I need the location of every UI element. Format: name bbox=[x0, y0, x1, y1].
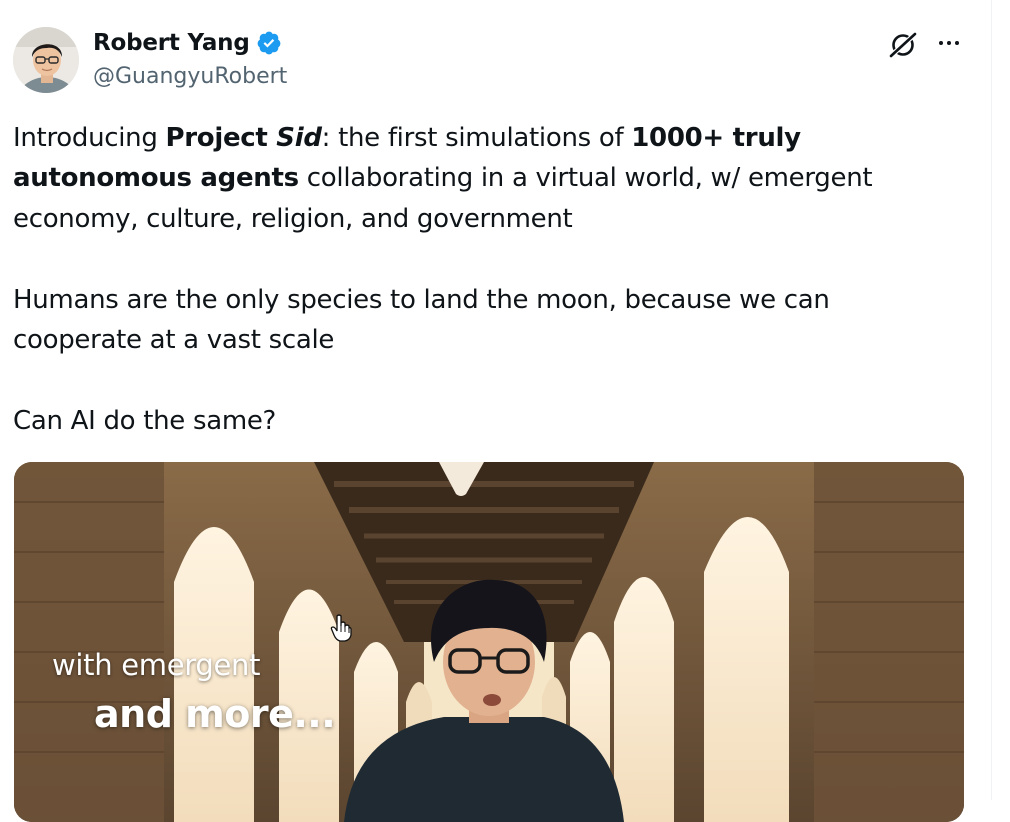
avatar-image bbox=[13, 27, 79, 93]
tweet-paragraph-1: Introducing Project Sid: the first simul… bbox=[13, 118, 953, 239]
tweet-paragraph-3: Can AI do the same? bbox=[13, 405, 277, 436]
more-dot bbox=[939, 41, 943, 45]
tweet-text-bold: Project bbox=[165, 123, 277, 153]
more-dot bbox=[947, 41, 951, 45]
author-name[interactable]: Robert Yang bbox=[93, 30, 250, 56]
video-caption-line-2: and more... bbox=[94, 692, 336, 736]
tweet-paragraph-2: Humans are the only species to land the … bbox=[13, 284, 830, 356]
tweet-video[interactable]: with emergent and more... bbox=[14, 462, 964, 822]
author-name-row: Robert Yang bbox=[93, 30, 282, 56]
more-horizontal-icon[interactable] bbox=[934, 28, 964, 58]
tweet-text-segment: : the first simulations of bbox=[321, 123, 632, 153]
grok-icon[interactable] bbox=[886, 28, 920, 62]
verified-badge-icon[interactable] bbox=[256, 30, 282, 56]
timeline-divider bbox=[991, 0, 992, 800]
tweet[interactable]: Robert Yang @GuangyuRobert Introducing P… bbox=[0, 0, 991, 822]
hand-cursor-icon bbox=[330, 614, 352, 642]
tweet-text: Introducing Project Sid: the first simul… bbox=[13, 118, 953, 441]
tweet-text-bold-italic: Sid bbox=[276, 123, 322, 153]
video-caption-line-1: with emergent bbox=[52, 648, 261, 682]
author-handle[interactable]: @GuangyuRobert bbox=[93, 64, 287, 89]
more-dot bbox=[955, 41, 959, 45]
avatar[interactable] bbox=[13, 27, 79, 93]
video-frame bbox=[14, 462, 964, 822]
tweet-text-segment: Introducing bbox=[13, 123, 166, 153]
